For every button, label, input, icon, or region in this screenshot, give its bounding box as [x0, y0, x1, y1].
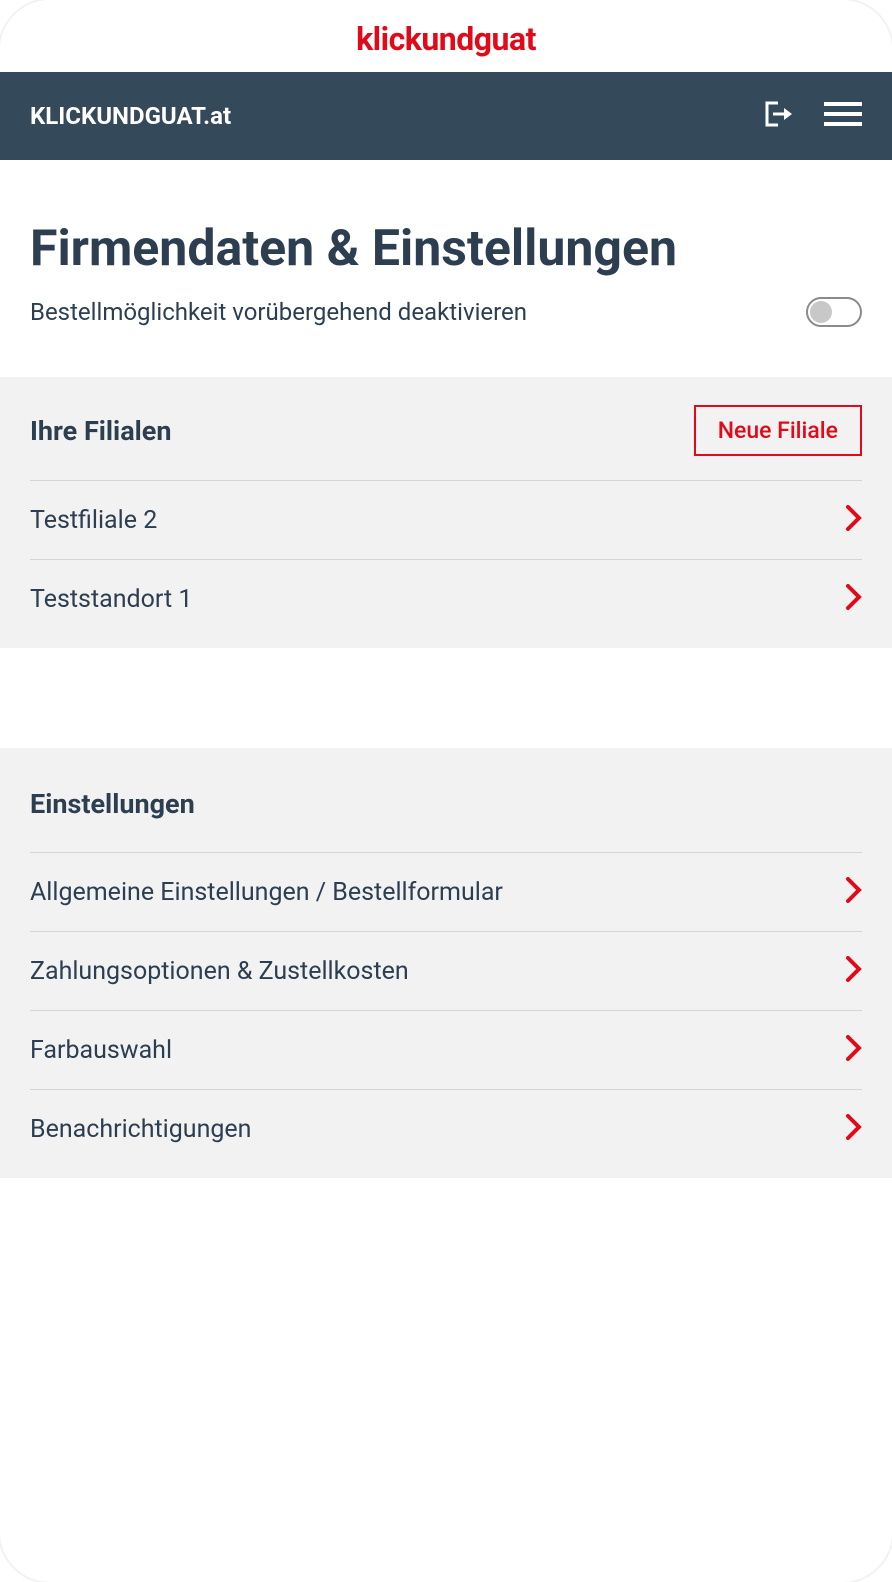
logout-icon[interactable] — [764, 100, 794, 132]
settings-item-label: Zahlungsoptionen & Zustellkosten — [30, 957, 409, 986]
toggle-row: Bestellmöglichkeit vorübergehend deaktiv… — [30, 297, 862, 327]
branch-item[interactable]: Testfiliale 2 — [30, 480, 862, 559]
branches-section-header: Ihre Filialen Neue Filiale — [30, 405, 862, 480]
chevron-right-icon — [846, 956, 862, 986]
settings-item-general[interactable]: Allgemeine Einstellungen / Bestellformul… — [30, 852, 862, 931]
settings-item-label: Allgemeine Einstellungen / Bestellformul… — [30, 878, 503, 907]
chevron-right-icon — [846, 505, 862, 535]
settings-item-label: Farbauswahl — [30, 1036, 172, 1065]
nav-bar: KLICKUNDGUAT.at — [0, 72, 892, 160]
new-branch-button[interactable]: Neue Filiale — [694, 405, 862, 456]
hamburger-icon[interactable] — [824, 100, 862, 132]
settings-item-label: Benachrichtigungen — [30, 1115, 251, 1144]
toggle-knob — [810, 301, 832, 323]
branches-section: Ihre Filialen Neue Filiale Testfiliale 2… — [0, 377, 892, 648]
section-gap — [0, 648, 892, 748]
nav-domain-label: KLICKUNDGUAT.at — [30, 102, 231, 130]
branch-item[interactable]: Teststandort 1 — [30, 559, 862, 638]
order-deactivate-toggle[interactable] — [806, 297, 862, 327]
page-title: Firmendaten & Einstellungen — [30, 220, 862, 279]
toggle-label: Bestellmöglichkeit vorübergehend deaktiv… — [30, 298, 786, 326]
settings-section: Einstellungen Allgemeine Einstellungen /… — [0, 748, 892, 1178]
settings-item-colors[interactable]: Farbauswahl — [30, 1010, 862, 1089]
main-content: Firmendaten & Einstellungen Bestellmögli… — [0, 160, 892, 377]
branch-item-label: Teststandort 1 — [30, 585, 192, 614]
settings-item-payment[interactable]: Zahlungsoptionen & Zustellkosten — [30, 931, 862, 1010]
brand-logo: klickundguat — [0, 20, 892, 58]
phone-frame: klickundguat KLICKUNDGUAT.at Firmendat — [0, 0, 892, 1582]
settings-title: Einstellungen — [30, 788, 195, 820]
branch-item-label: Testfiliale 2 — [30, 506, 157, 535]
chevron-right-icon — [846, 1114, 862, 1144]
settings-item-notifications[interactable]: Benachrichtigungen — [30, 1089, 862, 1168]
brand-header: klickundguat — [0, 0, 892, 72]
chevron-right-icon — [846, 877, 862, 907]
settings-section-header: Einstellungen — [30, 788, 862, 852]
branches-title: Ihre Filialen — [30, 415, 172, 447]
chevron-right-icon — [846, 584, 862, 614]
chevron-right-icon — [846, 1035, 862, 1065]
nav-icons — [764, 100, 862, 132]
